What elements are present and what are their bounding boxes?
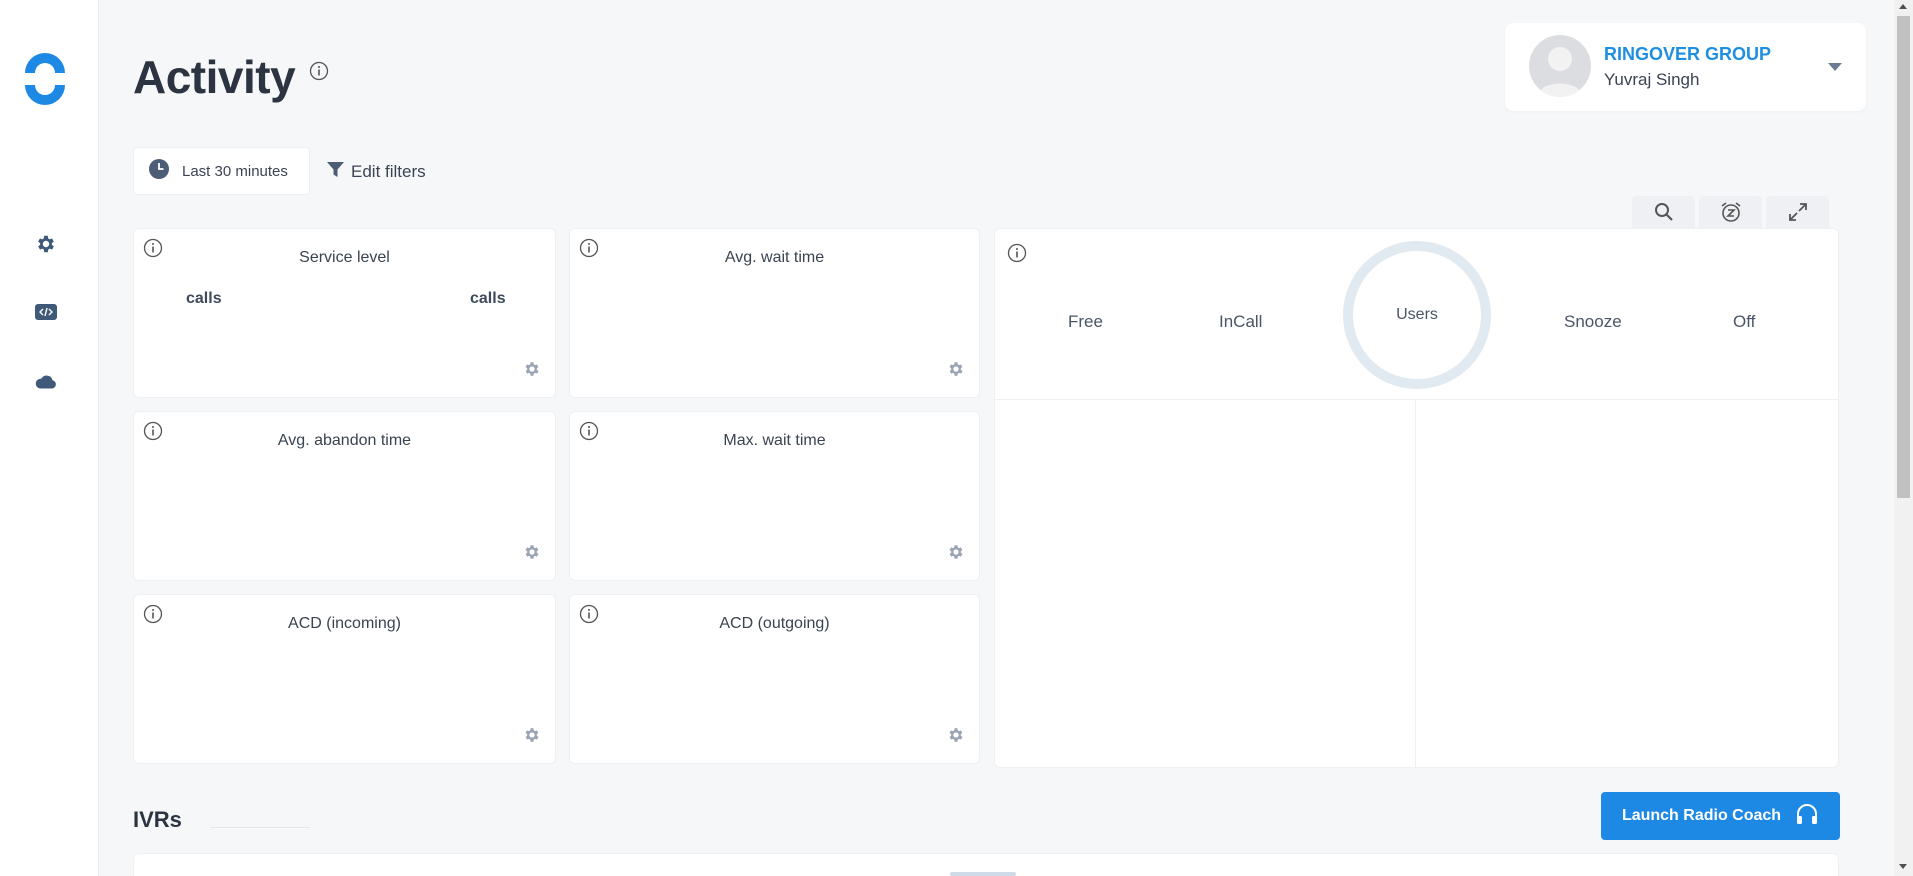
status-off[interactable]: Off — [1733, 312, 1755, 332]
scroll-up-icon[interactable] — [1899, 4, 1907, 9]
code-icon[interactable] — [34, 300, 58, 324]
scroll-down-icon[interactable] — [1899, 864, 1907, 869]
gear-icon[interactable] — [34, 232, 58, 256]
company-name: RINGOVER GROUP — [1604, 44, 1772, 64]
gear-icon[interactable] — [523, 543, 541, 566]
snooze-alarm-icon[interactable] — [1699, 196, 1762, 228]
edit-filters-label: Edit filters — [351, 162, 426, 181]
status-snooze[interactable]: Snooze — [1564, 312, 1622, 332]
acd-incoming-card: ACD (incoming) — [133, 594, 556, 764]
gear-icon[interactable] — [947, 360, 965, 383]
gear-icon[interactable] — [947, 726, 965, 749]
card-title: Avg. abandon time — [277, 432, 412, 449]
avatar — [1529, 35, 1591, 97]
calls-label-right: calls — [470, 290, 506, 307]
info-icon[interactable] — [1007, 243, 1027, 268]
gear-icon[interactable] — [523, 360, 541, 383]
status-incall[interactable]: InCall — [1219, 312, 1262, 332]
ivrs-section-title: IVRs — [133, 807, 182, 832]
search-icon[interactable] — [1632, 196, 1695, 228]
cloud-icon[interactable] — [34, 370, 58, 394]
divider — [995, 399, 1838, 400]
gear-icon[interactable] — [947, 543, 965, 566]
chevron-down-icon[interactable] — [1828, 63, 1842, 71]
ivr-tab-indicator[interactable] — [950, 872, 1016, 876]
avg-wait-time-card: Avg. wait time — [569, 228, 980, 398]
sidebar — [0, 0, 99, 876]
divider — [210, 827, 310, 828]
ringover-logo[interactable] — [21, 53, 69, 105]
service-level-card: Service level calls calls — [133, 228, 556, 398]
account-switcher[interactable]: RINGOVER GROUP Yuvraj Singh — [1505, 23, 1866, 111]
time-range-button[interactable]: Last 30 minutes — [133, 147, 310, 195]
card-title: Avg. wait time — [724, 249, 825, 266]
time-range-label: Last 30 minutes — [182, 162, 288, 180]
launch-radio-coach-button[interactable]: Launch Radio Coach — [1601, 792, 1840, 840]
headphones-icon — [1795, 803, 1819, 830]
scroll-thumb[interactable] — [1897, 16, 1910, 498]
launch-radio-coach-label: Launch Radio Coach — [1621, 807, 1782, 824]
users-ring: Users — [1343, 241, 1491, 389]
user-name: Yuvraj Singh — [1604, 70, 1700, 89]
page-scrollbar[interactable] — [1894, 0, 1913, 876]
info-icon[interactable] — [309, 61, 329, 86]
card-title: ACD (outgoing) — [719, 615, 830, 632]
users-label: Users — [1396, 306, 1438, 323]
expand-icon[interactable] — [1766, 196, 1829, 228]
status-free[interactable]: Free — [1068, 312, 1103, 332]
filter-icon — [327, 161, 344, 183]
acd-outgoing-card: ACD (outgoing) — [569, 594, 980, 764]
max-wait-time-card: Max. wait time — [569, 411, 980, 581]
clock-icon — [148, 158, 170, 185]
calls-label-left: calls — [186, 290, 222, 307]
card-title: Max. wait time — [723, 432, 826, 449]
user-status-panel: Free InCall Users Snooze Off — [994, 228, 1839, 768]
card-title: Service level — [299, 249, 390, 266]
page-title: Activity — [133, 51, 296, 103]
view-toolbar — [1632, 196, 1829, 228]
card-title: ACD (incoming) — [288, 615, 401, 632]
avg-abandon-time-card: Avg. abandon time — [133, 411, 556, 581]
gear-icon[interactable] — [523, 726, 541, 749]
edit-filters-button[interactable]: Edit filters — [327, 161, 426, 183]
divider — [1415, 400, 1416, 767]
